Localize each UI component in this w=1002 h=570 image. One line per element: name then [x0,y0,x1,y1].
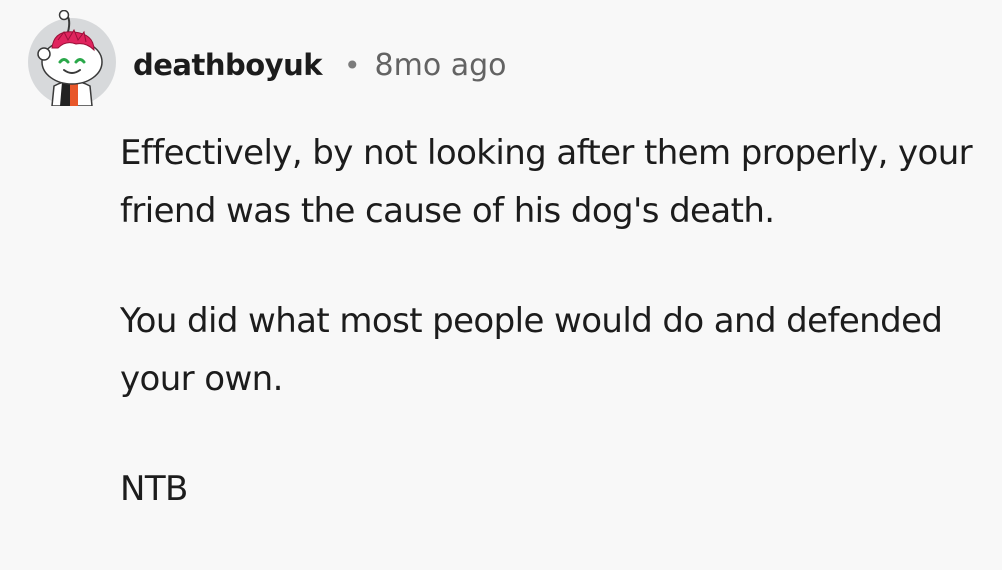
comment: deathboyuk • 8mo ago Effectively, by not… [0,0,1002,512]
comment-paragraph: You did what most people would do and de… [120,301,943,399]
comment-body: Effectively, by not looking after them p… [120,124,990,570]
username-link[interactable]: deathboyuk [133,48,323,82]
snoo-avatar-icon[interactable] [24,9,120,107]
comment-paragraph: NTB [120,469,188,509]
meta-separator: • [344,48,361,82]
timestamp[interactable]: 8mo ago [375,48,507,83]
comment-meta: deathboyuk • 8mo ago [133,42,507,88]
comment-paragraph: Effectively, by not looking after them p… [120,133,973,231]
